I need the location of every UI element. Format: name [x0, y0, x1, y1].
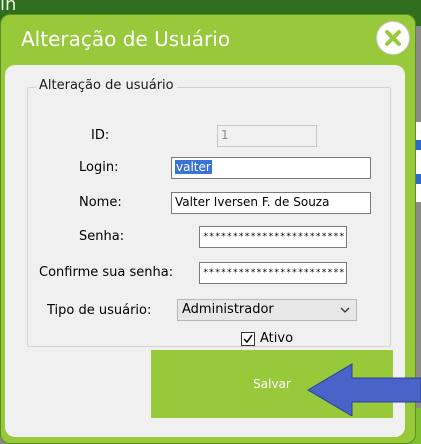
login-value: valter [175, 160, 212, 174]
tipo-usuario-select[interactable]: Administrador [177, 299, 357, 321]
save-button-label: Salvar [253, 377, 291, 391]
ativo-label: Ativo [260, 331, 294, 346]
id-label: ID: [91, 128, 110, 143]
confirme-field[interactable]: ****************************** [199, 262, 347, 284]
close-button[interactable] [376, 21, 410, 55]
senha-label: Senha: [79, 229, 125, 244]
tipo-usuario-value: Administrador [182, 302, 274, 317]
groupbox-label: Alteração de usuário [36, 78, 177, 93]
nome-label: Nome: [79, 195, 122, 210]
nome-field[interactable]: Valter Iversen F. de Souza [171, 192, 371, 214]
ativo-checkbox[interactable] [241, 332, 255, 346]
close-icon [385, 30, 401, 46]
left-arrow-annotation-icon [307, 363, 421, 416]
tipo-label: Tipo de usuário: [47, 303, 152, 318]
senha-field[interactable]: ****************************** [199, 226, 347, 248]
background-window-title: in [0, 0, 17, 15]
id-field: 1 [217, 125, 317, 147]
checkmark-icon [243, 334, 253, 344]
confirme-label: Confirme sua senha: [39, 265, 174, 280]
login-field[interactable]: valter [171, 157, 371, 179]
dialog-title: Alteração de Usuário [21, 27, 231, 51]
login-label: Login: [79, 160, 119, 175]
chevron-down-icon [340, 307, 350, 313]
